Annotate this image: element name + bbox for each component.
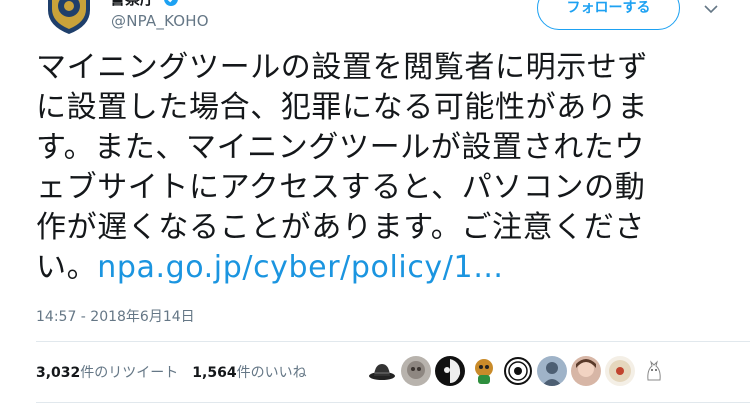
- likes-count: 1,564: [192, 365, 237, 381]
- tweet-text-line: 作が遅くなることがあります。ご注意くださ: [36, 210, 645, 245]
- tweet-text-line: ェブサイトにアクセスすると、パソコンの動: [36, 170, 646, 205]
- liker-avatar[interactable]: [367, 356, 397, 386]
- tweet-text-last-line: い。npa.go.jp/cyber/policy/1…: [36, 248, 736, 288]
- liker-avatar[interactable]: [639, 356, 669, 386]
- tweet-text-line: す。また、マイニングツールが設置されたウ: [36, 130, 645, 165]
- divider: [36, 341, 750, 342]
- police-emblem-avatar[interactable]: [44, 0, 94, 34]
- liker-avatar[interactable]: [435, 356, 465, 386]
- display-name[interactable]: 警察庁: [110, 0, 155, 9]
- liker-avatar[interactable]: [503, 356, 533, 386]
- tweet-text-line-prefix: い。: [36, 250, 98, 285]
- liker-avatar[interactable]: [401, 356, 431, 386]
- tweet-stats: 3,032件のリツイート 1,564件のいいね: [36, 362, 307, 382]
- retweets-label: 件のリツイート: [80, 365, 179, 381]
- verified-badge-icon: [164, 0, 178, 6]
- divider: [36, 402, 750, 403]
- tweet-link[interactable]: npa.go.jp/cyber/policy/1…: [97, 250, 504, 285]
- follow-button[interactable]: フォローする: [537, 0, 680, 30]
- tweet-timestamp[interactable]: 14:57 - 2018年6月14日: [36, 306, 195, 326]
- retweets-count: 3,032: [36, 365, 81, 381]
- retweets-stat[interactable]: 3,032件のリツイート: [36, 365, 178, 381]
- liker-avatar[interactable]: [571, 356, 601, 386]
- liker-avatar[interactable]: [537, 356, 567, 386]
- likes-label: 件のいいね: [236, 365, 307, 381]
- tweet-text: マイニングツールの設置を閲覧者に明示せず に設置した場合、犯罪になる可能性があり…: [36, 48, 736, 288]
- likes-stat[interactable]: 1,564件のいいね: [192, 365, 306, 381]
- tweet-text-line: に設置した場合、犯罪になる可能性がありま: [36, 90, 648, 125]
- account-handle[interactable]: @NPA_KOHO: [111, 12, 209, 30]
- liker-avatar[interactable]: [469, 356, 499, 386]
- liker-avatars: [367, 355, 673, 387]
- tweet-text-line: マイニングツールの設置を閲覧者に明示せず: [36, 50, 648, 85]
- chevron-down-icon[interactable]: [702, 0, 720, 18]
- tweet-header: 警察庁 @NPA_KOHO フォローする: [0, 0, 750, 40]
- liker-avatar[interactable]: [605, 356, 635, 386]
